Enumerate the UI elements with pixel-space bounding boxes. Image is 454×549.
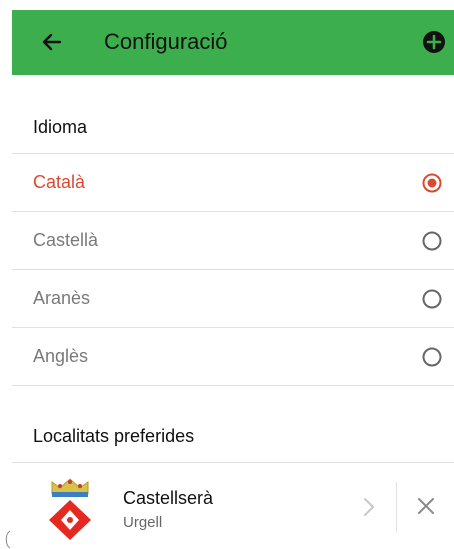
language-option-label: Aranès <box>33 288 91 308</box>
vertical-divider <box>396 482 397 532</box>
radio-selected-icon[interactable] <box>422 173 442 193</box>
radio-unselected-icon[interactable] <box>422 347 442 367</box>
app-toolbar: Configuració <box>12 10 454 75</box>
arrow-left-icon <box>42 33 62 51</box>
plus-circle-icon <box>423 31 445 53</box>
radio-unselected-icon[interactable] <box>422 289 442 309</box>
language-option-catala[interactable]: Català <box>12 154 454 211</box>
language-option-castella[interactable]: Castellà <box>12 212 454 269</box>
scroll-edge-indicator <box>5 530 11 549</box>
language-option-angles[interactable]: Anglès <box>12 328 454 385</box>
radio-unselected-icon[interactable] <box>422 231 442 251</box>
chevron-right-icon[interactable] <box>360 496 378 518</box>
language-option-label: Català <box>33 172 86 192</box>
favorite-location-name: Castellserà <box>123 488 214 508</box>
add-location-button[interactable] <box>422 30 446 54</box>
language-option-label: Castellà <box>33 230 99 250</box>
favorite-location-region: Urgell <box>123 514 163 531</box>
divider <box>12 385 454 386</box>
back-button[interactable] <box>38 28 66 56</box>
language-option-label: Anglès <box>33 346 89 366</box>
divider <box>12 462 454 463</box>
favorite-location-item[interactable]: Castellserà Urgell <box>12 464 454 549</box>
close-icon[interactable] <box>416 496 436 516</box>
page-title: Configuració <box>104 29 228 54</box>
favorites-section-title: Localitats preferides <box>33 426 195 446</box>
language-section-title: Idioma <box>33 117 88 137</box>
municipality-crest-icon <box>49 478 91 540</box>
language-option-aranes[interactable]: Aranès <box>12 270 454 327</box>
